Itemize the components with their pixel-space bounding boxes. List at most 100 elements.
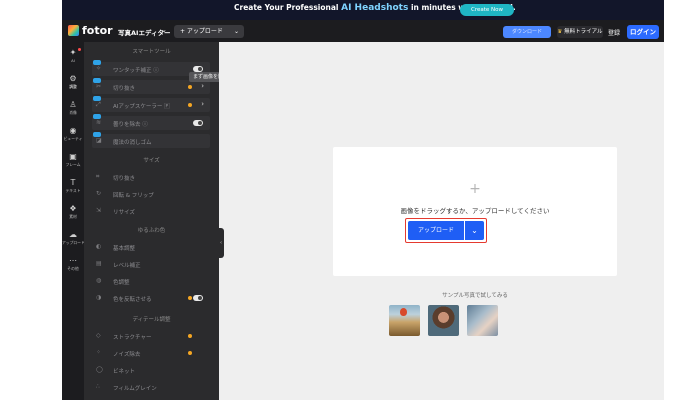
toggle-switch[interactable]: [193, 120, 203, 126]
tool-label: フィルムグレイン: [113, 386, 157, 392]
rail-item-adjust[interactable]: ⚙ 調整: [62, 72, 84, 94]
promo-text-start: Create Your Professional: [234, 3, 342, 12]
rail-item-more[interactable]: ⋯ その他: [62, 254, 84, 276]
section-title-detail: ディテール調整: [132, 317, 171, 323]
tool-label: 色を反転させる: [113, 297, 152, 303]
grain-icon: ∴: [96, 383, 100, 390]
download-button[interactable]: ダウンロード: [503, 26, 551, 38]
section-title-basic: ゆるふわ色: [137, 228, 166, 234]
more-icon: ⋯: [69, 256, 77, 265]
eye-icon: ◉: [69, 126, 77, 135]
pro-dot-icon: [188, 296, 192, 300]
register-link[interactable]: 登録: [608, 28, 620, 37]
rail-label: フレーム: [65, 162, 81, 167]
eraser-icon: ◪: [96, 137, 102, 144]
sample-photos-title: サンプル写真で試してみる: [442, 293, 508, 299]
tool-label: 曇りを除去 ⓘ: [113, 122, 148, 128]
pro-dot-icon: [188, 334, 192, 338]
rail-label: ビューティ: [63, 136, 83, 141]
sample-photo-portrait[interactable]: [428, 305, 459, 336]
promo-banner: Create Your Professional AI Headshots in…: [62, 0, 664, 20]
tool-label: 魔法の消しゴム: [113, 140, 152, 146]
adjust-icon: ◐: [96, 243, 102, 250]
tool-label: リサイズ: [113, 210, 135, 216]
upload-button[interactable]: アップロード: [408, 221, 464, 240]
rail-item-frame[interactable]: ▣ フレーム: [62, 150, 84, 172]
create-now-button[interactable]: Create Now: [460, 4, 514, 16]
scissors-icon: ✂: [96, 83, 102, 90]
plus-icon[interactable]: +: [333, 181, 617, 197]
crop-icon: ⌗: [96, 173, 100, 180]
upload-cloud-icon: ☁: [69, 230, 77, 239]
rail-item-text[interactable]: T テキスト: [62, 176, 84, 198]
tool-label: ビネット: [113, 369, 136, 375]
levels-icon: ▤: [96, 260, 102, 267]
rail-item-portrait[interactable]: ♙ 肖像: [62, 98, 84, 120]
chevron-down-icon: ⌄: [471, 226, 478, 235]
rail-item-elements[interactable]: ❖ 素材: [62, 202, 84, 224]
tool-label: ストラクチャー: [113, 335, 152, 341]
tool-dehaze[interactable]: ≋ 曇りを除去 ⓘ: [92, 114, 210, 130]
rail-label: アップロード: [62, 240, 85, 245]
tool-label: 切り抜き: [113, 86, 136, 92]
free-trial-button[interactable]: ♛ 無料トライアル: [557, 26, 603, 38]
tool-invert[interactable]: ◑ 色を反転させる: [92, 291, 210, 305]
tool-vignette[interactable]: ◯ ビネット: [92, 363, 210, 377]
tool-color[interactable]: ◍ 色調整: [92, 274, 210, 288]
fotor-logo-icon[interactable]: [68, 25, 79, 36]
tool-denoise[interactable]: ⁘ ノイズ除去: [92, 346, 210, 360]
tool-resize[interactable]: ⇲ リサイズ: [92, 204, 210, 218]
tool-basic-adjust[interactable]: ◐ 基本調整: [92, 240, 210, 254]
rotate-icon: ↻: [96, 190, 102, 197]
tool-label: 基本調整: [113, 246, 136, 252]
upload-card[interactable]: + 画像をドラッグするか、アップロードしてください アップロード ⌄: [333, 147, 617, 276]
open-image-tooltip: まず画像を開いてください: [189, 72, 219, 82]
wand-icon: ✧: [96, 65, 102, 72]
login-button[interactable]: ログイン: [627, 25, 659, 39]
tool-label: AIアップスケーラー 🄿: [113, 104, 170, 110]
drop-instructions: 画像をドラッグするか、アップロードしてください: [400, 207, 550, 215]
toggle-switch[interactable]: [193, 295, 203, 301]
rail-label: AI: [71, 58, 75, 63]
header-upload-button[interactable]: + アップロード ⌄: [174, 25, 244, 38]
section-title-size: サイズ: [143, 158, 160, 164]
upscale-icon: ⤢: [96, 101, 101, 108]
tool-ai-upscaler[interactable]: ⤢ AIアップスケーラー 🄿 ›: [92, 96, 210, 112]
sample-photo-balloon[interactable]: [389, 305, 420, 336]
resize-icon: ⇲: [96, 207, 102, 214]
crown-icon: ♛: [557, 29, 563, 35]
tool-crop[interactable]: ⌗ 切り抜き: [92, 170, 210, 184]
tool-cutout[interactable]: ✂ 切り抜き ›: [92, 78, 210, 94]
chevron-down-icon: ⌄: [233, 28, 239, 35]
fotor-app: Create Your Professional AI Headshots in…: [62, 0, 664, 400]
tool-rotate-flip[interactable]: ↻ 回転 & フリップ: [92, 187, 210, 201]
rail-label: テキスト: [65, 188, 81, 193]
tool-label: 切り抜き: [113, 176, 136, 182]
tool-film-grain[interactable]: ∴ フィルムグレイン: [92, 380, 210, 394]
fotor-logo-text[interactable]: fotor: [82, 24, 113, 37]
pro-dot-icon: [188, 351, 192, 355]
tool-structure[interactable]: ◇ ストラクチャー: [92, 329, 210, 343]
rail-item-beauty[interactable]: ◉ ビューティ: [62, 124, 84, 146]
pro-dot-icon: [188, 85, 192, 89]
tool-levels[interactable]: ▤ レベル補正: [92, 257, 210, 271]
tool-label: ワンタッチ補正 ⓘ: [113, 68, 159, 74]
frame-icon: ▣: [69, 152, 77, 161]
tool-label: 色調整: [113, 280, 130, 286]
tool-label: ノイズ除去: [113, 352, 141, 358]
rail-item-ai[interactable]: ✦ AI: [62, 46, 84, 68]
sample-photo-hands[interactable]: [467, 305, 498, 336]
structure-icon: ◇: [96, 332, 101, 339]
panel-collapse-handle[interactable]: ‹: [218, 228, 224, 258]
rail-label: その他: [67, 266, 79, 271]
vignette-icon: ◯: [96, 366, 103, 373]
adjust-panel: スマートツール ✧ ワンタッチ補正 ⓘ ✂ 切り抜き › ⤢ AIアップスケーラ…: [84, 42, 219, 400]
person-icon: ♙: [69, 100, 77, 109]
tool-label: レベル補正: [113, 263, 141, 269]
elements-icon: ❖: [69, 204, 77, 213]
tool-magic-eraser[interactable]: ◪ 魔法の消しゴム: [92, 132, 210, 148]
palette-icon: ◍: [96, 277, 102, 284]
upload-options-button[interactable]: ⌄: [465, 221, 484, 240]
chevron-down-icon[interactable]: ⌄: [161, 26, 167, 34]
rail-item-upload[interactable]: ☁ アップロード: [62, 228, 85, 250]
